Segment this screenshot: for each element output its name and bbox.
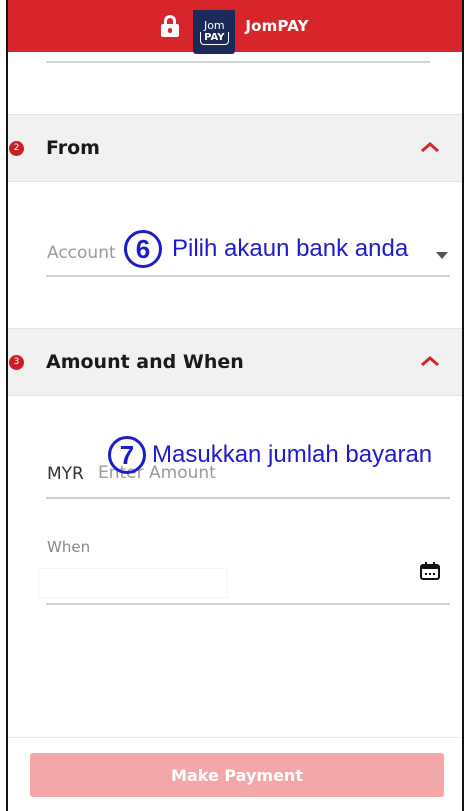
previous-field-underline <box>46 61 430 63</box>
frame-border-right <box>462 0 468 811</box>
currency-label: MYR <box>47 464 84 484</box>
frame-border-left <box>0 0 8 811</box>
annotation-number-7: 7 <box>108 436 146 474</box>
annotation-text-6: Pilih akaun bank anda <box>172 235 409 262</box>
calendar-icon[interactable] <box>420 562 440 580</box>
dropdown-caret-icon[interactable] <box>436 252 448 259</box>
top-header-bar: Jom PAY JomPAY <box>8 0 462 54</box>
date-input-underline <box>46 603 450 605</box>
chevron-up-icon[interactable] <box>420 141 440 153</box>
lock-icon <box>161 15 180 37</box>
step-badge: 3 <box>9 354 24 370</box>
footer-divider <box>8 737 462 738</box>
annotation-number-6: 6 <box>124 230 162 268</box>
account-select-underline <box>46 275 450 277</box>
section-header-from[interactable]: 2 From <box>8 114 462 182</box>
annotation-step-6: 6 Pilih akaun bank anda <box>124 230 408 268</box>
when-label: When <box>47 538 91 556</box>
step-badge: 2 <box>9 140 24 156</box>
date-input[interactable] <box>38 568 228 598</box>
section-title-from: From <box>46 137 100 159</box>
account-select-placeholder[interactable]: Account <box>47 243 116 263</box>
annotation-step-7: 7 Masukkan jumlah bayaran <box>108 436 432 474</box>
logo-text-top: Jom <box>203 18 225 32</box>
make-payment-button[interactable]: Make Payment <box>30 753 444 797</box>
amount-input-underline <box>46 497 450 499</box>
section-title-amount: Amount and When <box>46 351 244 373</box>
chevron-up-icon[interactable] <box>420 355 440 367</box>
annotation-text-7: Masukkan jumlah bayaran <box>152 441 433 468</box>
logo-text-bottom: PAY <box>200 31 229 45</box>
brand-title: JomPAY <box>245 17 309 35</box>
section-header-amount[interactable]: 3 Amount and When <box>8 328 462 396</box>
jompay-logo: Jom PAY <box>193 10 236 54</box>
app-screen: Jom PAY JomPAY 2 From Account 6 Pilih ak… <box>0 0 468 811</box>
